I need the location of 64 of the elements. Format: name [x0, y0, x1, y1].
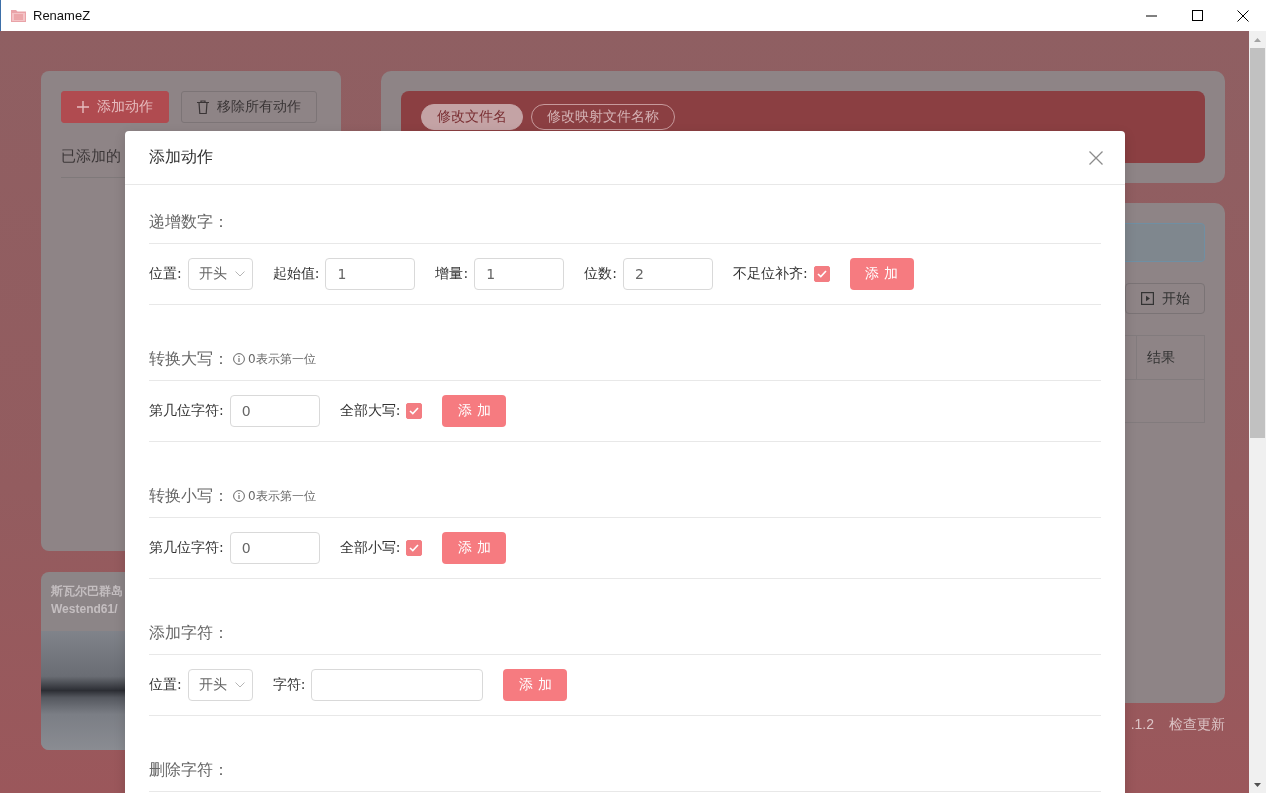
add-button[interactable]: 添 加 [849, 258, 914, 290]
start-button[interactable]: 开始 [1125, 283, 1205, 314]
plus-icon [77, 101, 89, 113]
field-label: 第几位字符: [149, 539, 224, 557]
check-icon [409, 544, 420, 552]
folder-icon [11, 9, 26, 22]
field-label: 全部大写: [339, 402, 401, 420]
panel-heading: 已添加的 [61, 147, 121, 165]
add-button[interactable]: 添 加 [503, 669, 568, 701]
hint-text: 0表示第一位 [248, 351, 316, 368]
minimize-icon [1145, 14, 1157, 17]
chevron-down-icon [234, 682, 245, 688]
field-label: 增量: [435, 265, 469, 283]
remove-all-button[interactable]: 移除所有动作 [181, 91, 317, 123]
position-select[interactable]: 开头 [187, 258, 253, 290]
column-header: 结果 [1136, 336, 1204, 379]
close-icon [1237, 9, 1249, 22]
section-title: 转换大写： [149, 348, 229, 370]
hint-text: 0表示第一位 [248, 488, 316, 505]
scrollbar[interactable] [1249, 31, 1266, 793]
field-label: 位置: [149, 676, 182, 694]
field-label: 字符: [272, 676, 306, 694]
dialog-title: 添加动作 [149, 147, 214, 168]
checkbox[interactable] [406, 403, 423, 419]
number-input[interactable]: 0 [229, 395, 320, 427]
close-icon [1089, 150, 1103, 165]
wallpaper-credit: Westend61/ [51, 601, 118, 617]
check-icon [409, 407, 420, 415]
number-input[interactable]: 2 [622, 258, 713, 290]
number-input[interactable]: 0 [229, 532, 320, 564]
checkbox[interactable] [406, 540, 423, 556]
info-icon [233, 353, 245, 365]
section-title: 递增数字： [149, 211, 229, 233]
info-icon [233, 490, 245, 502]
position-select[interactable]: 开头 [187, 669, 253, 701]
scrollbar-thumb[interactable] [1250, 48, 1265, 438]
triangle-down-icon [1254, 782, 1261, 787]
play-icon [1140, 292, 1154, 305]
trash-icon [197, 100, 209, 114]
triangle-up-icon [1254, 37, 1261, 42]
mode-tab[interactable]: 修改文件名 [421, 104, 523, 130]
field-label: 全部小写: [339, 539, 401, 557]
add-action-button[interactable]: 添加动作 [61, 91, 169, 123]
section-title: 删除字符： [149, 759, 229, 781]
section-title: 转换小写： [149, 485, 229, 507]
field-label: 起始值: [272, 265, 320, 283]
check-icon [816, 270, 827, 278]
number-input[interactable]: 1 [474, 258, 565, 290]
checkbox[interactable] [813, 266, 830, 282]
text-input[interactable] [311, 669, 484, 701]
number-input[interactable]: 1 [325, 258, 416, 290]
add-button[interactable]: 添 加 [442, 395, 507, 427]
version-text: .1.2 [1130, 715, 1154, 733]
maximize-icon [1191, 10, 1203, 21]
chevron-down-icon [234, 271, 245, 277]
field-label: 位数: [584, 265, 617, 283]
wallpaper-caption: 斯瓦尔巴群岛 [51, 583, 123, 599]
field-label: 第几位字符: [149, 402, 224, 420]
update-link[interactable]: 检查更新 [1169, 715, 1225, 733]
section-title: 添加字符： [149, 622, 229, 644]
window-title: RenameZ [33, 8, 92, 23]
field-label: 位置: [149, 265, 182, 283]
add-button[interactable]: 添 加 [442, 532, 507, 564]
field-label: 不足位补齐: [732, 265, 808, 283]
